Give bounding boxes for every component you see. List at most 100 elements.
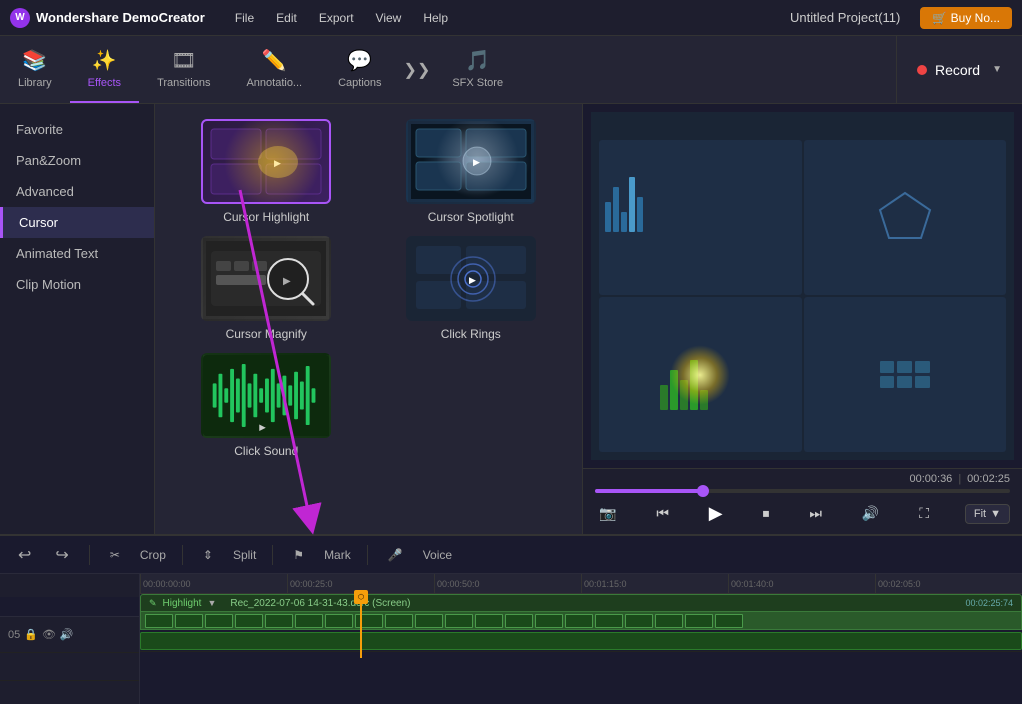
toolbar-sfx[interactable]: 🎵 SFX Store	[434, 36, 521, 103]
toolbar-divider-3	[272, 545, 273, 565]
voice-button[interactable]: 🎤	[384, 546, 407, 564]
next-frame-button[interactable]: ⏭	[805, 501, 826, 526]
effect-cursor-magnify-label: Cursor Magnify	[226, 327, 307, 341]
ruler-spacer	[0, 597, 139, 617]
cursor-spotlight-svg: ▶	[411, 124, 531, 199]
slide-bars-1	[605, 146, 796, 232]
sidebar-item-cursor[interactable]: Cursor	[0, 207, 154, 238]
effect-click-sound-label: Click Sound	[234, 444, 298, 458]
playback-bar: 00:00:36 | 00:02:25 📷 ⏮ ▶ ⏹ ⏭ 🔊 ⛶ Fit ▼	[583, 468, 1022, 534]
timeline-ruler: 00:00:00:00 00:00:25:0 00:00:50:0 00:01:…	[140, 574, 1022, 594]
clip-name: Rec_2022-07-06 14-31-43.dcrc (Screen)	[230, 598, 410, 609]
captions-icon: 💬	[347, 48, 372, 73]
effect-click-sound-thumb: ▶	[201, 353, 331, 438]
controls-row: 📷 ⏮ ▶ ⏹ ⏭ 🔊 ⛶ Fit ▼	[595, 499, 1010, 528]
timeline: ↩ ↪ ✂ Crop ⇕ Split ⚑ Mark 🎤 Voice 05 🔒 👁…	[0, 534, 1022, 704]
effect-cursor-highlight-thumb: ▶	[201, 119, 331, 204]
slide-cell-3	[599, 297, 802, 452]
menu-view[interactable]: View	[366, 7, 412, 29]
clip-header: ✎ Highlight ▼ Rec_2022-07-06 14-31-43.dc…	[140, 594, 1022, 612]
prev-frame-button[interactable]: ⏮	[652, 501, 673, 526]
record-button[interactable]: Record ▼	[896, 36, 1022, 103]
fit-chevron-icon: ▼	[990, 508, 1001, 520]
track-label-05: 05 🔒 👁 🔊	[0, 617, 139, 653]
crop-button[interactable]: ✂	[106, 546, 124, 564]
effect-click-rings[interactable]: ▶ Click Rings	[375, 236, 568, 341]
app-icon: W	[10, 8, 30, 28]
track-lock-button[interactable]: 🔒	[24, 628, 38, 641]
menu-edit[interactable]: Edit	[266, 7, 307, 29]
ruler-mark-0: 00:00:00:00	[140, 574, 287, 593]
split-label[interactable]: Split	[233, 548, 256, 562]
menu-file[interactable]: File	[225, 7, 264, 29]
voice-label[interactable]: Voice	[423, 548, 452, 562]
effect-cursor-spotlight-thumb: ▶	[406, 119, 536, 204]
sidebar-item-favorite[interactable]: Favorite	[0, 114, 154, 145]
click-sound-svg: ▶	[203, 353, 329, 438]
play-button[interactable]: ▶	[705, 499, 727, 528]
ruler-mark-5: 00:02:05:0	[875, 574, 1022, 593]
split-button[interactable]: ⇕	[199, 546, 217, 564]
sidebar-item-advanced[interactable]: Advanced	[0, 176, 154, 207]
track-mute-button[interactable]: 🔊	[60, 628, 74, 641]
progress-handle	[697, 485, 709, 497]
time-display: 00:00:36 | 00:02:25	[595, 473, 1010, 485]
redo-button[interactable]: ↪	[51, 543, 72, 567]
toolbar-effects[interactable]: ✨ Effects	[70, 36, 139, 103]
slide-orb-container	[660, 340, 740, 410]
stop-button[interactable]: ⏹	[759, 501, 774, 526]
total-time: 00:02:25	[967, 473, 1010, 485]
record-label: Record	[935, 62, 980, 78]
effect-click-rings-thumb: ▶	[406, 236, 536, 321]
mark-label[interactable]: Mark	[324, 548, 351, 562]
undo-button[interactable]: ↩	[14, 543, 35, 567]
progress-bar[interactable]	[595, 489, 1010, 493]
fit-label: Fit	[974, 508, 986, 520]
buy-button[interactable]: 🛒 Buy No...	[920, 7, 1012, 29]
library-icon: 📚	[22, 48, 47, 73]
track-controls: 🔒 👁 🔊	[24, 628, 73, 641]
sidebar: Favorite Pan&Zoom Advanced Cursor Animat…	[0, 104, 155, 534]
ruler-marks: 00:00:00:00 00:00:25:0 00:00:50:0 00:01:…	[140, 574, 1022, 593]
ruler-mark-4: 00:01:40:0	[728, 574, 875, 593]
slide-pentagon-svg	[875, 188, 935, 248]
effect-cursor-magnify[interactable]: ▶ Cursor Magnify	[170, 236, 363, 341]
highlight-label: Highlight	[163, 598, 202, 609]
sidebar-item-animated-text[interactable]: Animated Text	[0, 238, 154, 269]
toolbar-library[interactable]: 📚 Library	[0, 36, 70, 103]
playhead[interactable]: ⬡	[360, 594, 362, 658]
track-label-06	[0, 653, 139, 681]
fullscreen-button[interactable]: ⛶	[915, 501, 933, 526]
mark-button[interactable]: ⚑	[289, 546, 308, 564]
toolbar-divider-4	[367, 545, 368, 565]
toolbar-transitions[interactable]: 🎞 Transitions	[139, 36, 228, 103]
ruler-mark-2: 00:00:50:0	[434, 574, 581, 593]
track-number: 05	[8, 629, 20, 641]
preview-slide-bg	[591, 112, 1014, 460]
toolbar-annotations[interactable]: ✏️ Annotatio...	[228, 36, 320, 103]
preview-canvas: ⌂	[591, 112, 1014, 460]
menu-export[interactable]: Export	[309, 7, 364, 29]
record-dot-icon	[917, 65, 927, 75]
effect-cursor-highlight[interactable]: ▶ Cursor Highlight	[170, 119, 363, 224]
menu-help[interactable]: Help	[413, 7, 458, 29]
effect-click-sound[interactable]: ▶ Click Sound	[170, 353, 363, 458]
toolbar-more[interactable]: ❯❯	[400, 36, 435, 103]
volume-button[interactable]: 🔊	[858, 501, 883, 526]
sidebar-item-panzoom[interactable]: Pan&Zoom	[0, 145, 154, 176]
toolbar-captions[interactable]: 💬 Captions	[320, 36, 399, 103]
cursor-highlight-preview: ▶	[203, 121, 329, 202]
preview-panel: ⌂	[582, 104, 1022, 534]
effect-cursor-highlight-label: Cursor Highlight	[223, 210, 309, 224]
screenshot-button[interactable]: 📷	[595, 501, 620, 526]
click-rings-svg: ▶	[411, 241, 531, 316]
sidebar-item-clip-motion[interactable]: Clip Motion	[0, 269, 154, 300]
effects-panel: ▶ Cursor Highlight	[155, 104, 582, 534]
fit-dropdown[interactable]: Fit ▼	[965, 504, 1010, 524]
slide-cell-1	[599, 140, 802, 295]
effect-cursor-spotlight[interactable]: ▶ Cursor Spotlight	[375, 119, 568, 224]
menu-items: File Edit Export View Help	[225, 7, 458, 29]
crop-label[interactable]: Crop	[140, 548, 166, 562]
sfx-icon: 🎵	[465, 48, 490, 73]
track-visible-button[interactable]: 👁	[42, 628, 56, 641]
